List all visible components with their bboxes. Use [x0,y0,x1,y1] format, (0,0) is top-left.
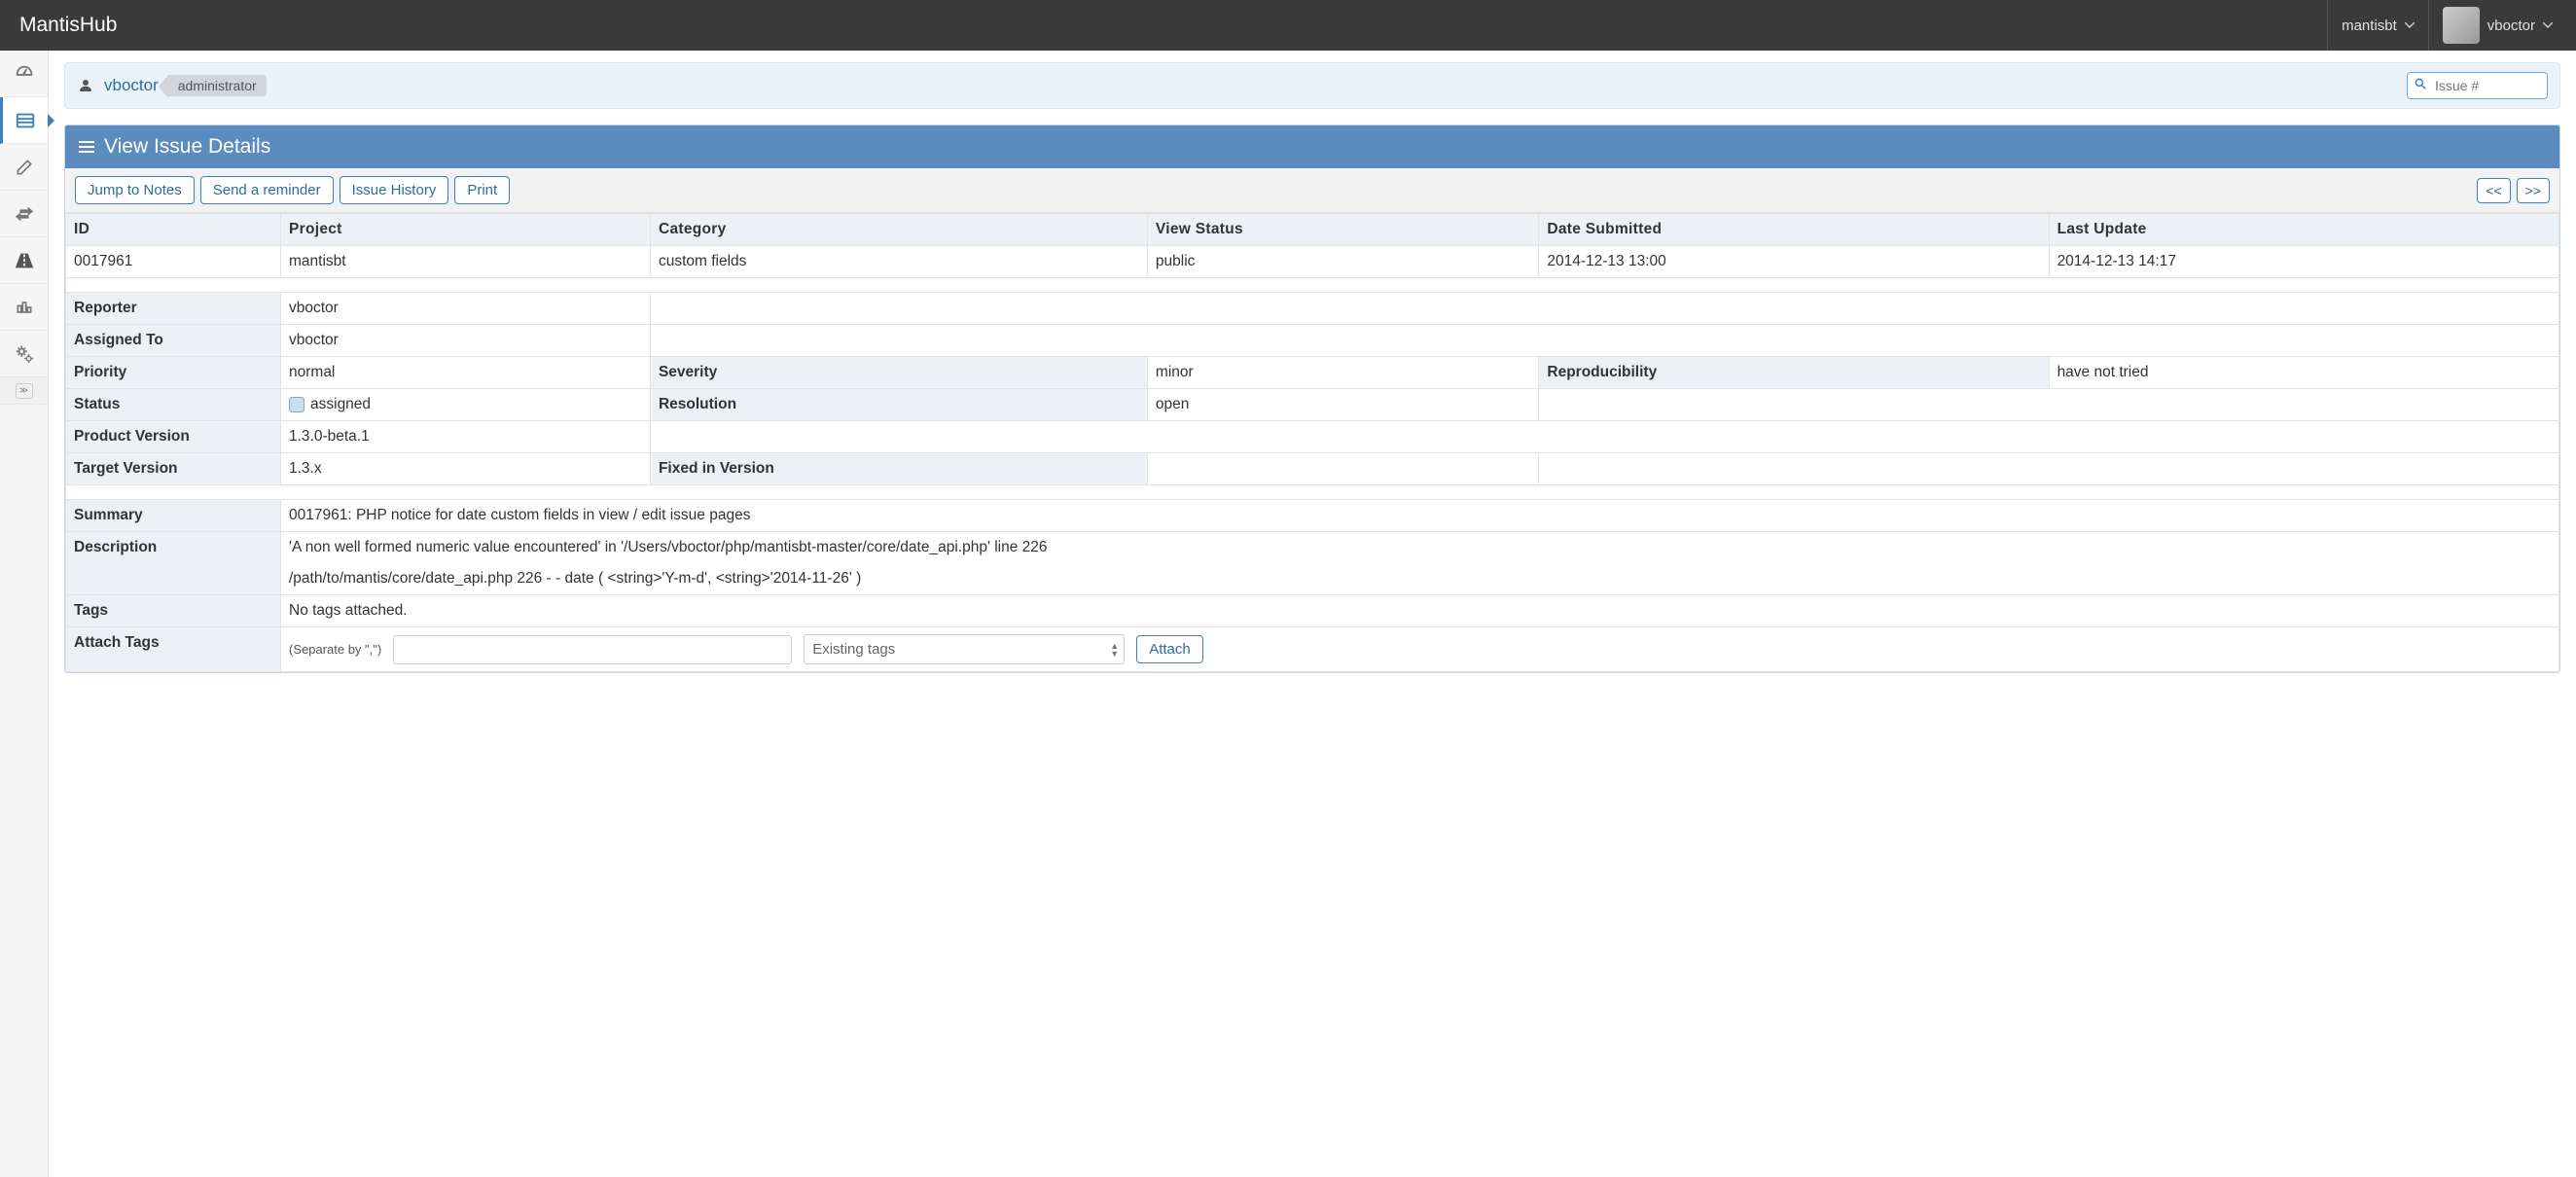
dashboard-icon [14,63,35,85]
issue-history-button[interactable]: Issue History [340,176,449,204]
label-status: Status [66,389,281,421]
breadcrumb-left: vboctor administrator [77,75,267,96]
sidebar-item-view-issues[interactable] [0,97,48,144]
breadcrumb-user-link[interactable]: vboctor [104,76,159,95]
main-content: vboctor administrator View Issue Details… [49,51,2576,685]
navbar: MantisHub mantisbt vboctor [0,0,2576,51]
project-selector[interactable]: mantisbt [2327,0,2428,51]
sidebar-item-report-issue[interactable] [0,144,48,191]
panel-toolbar: Jump to Notes Send a reminder Issue Hist… [65,168,2559,213]
toolbar-right: << >> [2477,178,2550,203]
issue-header-table: ID Project Category View Status Date Sub… [65,213,2559,672]
search-icon [2414,77,2427,90]
value-assigned-to: vboctor [281,325,651,357]
label-summary: Summary [66,500,281,532]
sidebar-item-manage[interactable] [0,331,48,377]
issue-panel: View Issue Details Jump to Notes Send a … [64,125,2560,673]
value-reporter: vboctor [281,293,651,325]
label-target-version: Target Version [66,453,281,485]
nav-right: mantisbt vboctor [2327,0,2566,51]
attach-tags-input[interactable] [393,635,792,664]
col-project: Project [281,214,651,246]
avatar [2443,7,2480,44]
panel-header: View Issue Details [65,125,2559,168]
attach-tags-hint: (Separate by ",") [289,642,381,657]
col-id: ID [66,214,281,246]
value-severity: minor [1147,357,1538,389]
status-color-box [289,397,304,412]
existing-tags-select[interactable]: Existing tags [804,634,1125,664]
brand-logo[interactable]: MantisHub [19,14,117,37]
list-icon [15,110,36,131]
col-last-update: Last Update [2049,214,2558,246]
sidebar-item-summary[interactable] [0,284,48,331]
value-date-submitted: 2014-12-13 13:00 [1539,246,2049,278]
value-resolution: open [1147,389,1538,421]
panel-title: View Issue Details [104,135,270,159]
value-tags: No tags attached. [281,595,2559,627]
chevron-right-icon: ≫ [16,383,33,399]
label-reporter: Reporter [66,293,281,325]
user-menu[interactable]: vboctor [2428,0,2566,51]
col-view-status: View Status [1147,214,1538,246]
send-reminder-button[interactable]: Send a reminder [200,176,334,204]
toolbar-left: Jump to Notes Send a reminder Issue Hist… [75,176,510,204]
chevron-down-icon [2405,22,2415,28]
label-resolution: Resolution [650,389,1147,421]
sidebar: ≫ [0,51,49,1177]
sidebar-item-changelog[interactable] [0,191,48,237]
sidebar-item-dashboard[interactable] [0,51,48,97]
attach-button[interactable]: Attach [1136,635,1203,663]
label-product-version: Product Version [66,421,281,453]
value-summary: 0017961: PHP notice for date custom fiel… [281,500,2559,532]
label-description: Description [66,532,281,595]
prev-issue-button[interactable]: << [2477,178,2510,203]
label-reproducibility: Reproducibility [1539,357,2049,389]
label-severity: Severity [650,357,1147,389]
edit-icon [15,158,34,177]
label-priority: Priority [66,357,281,389]
user-menu-label: vboctor [2487,18,2535,34]
retweet-icon [14,204,35,224]
label-assigned-to: Assigned To [66,325,281,357]
value-target-version: 1.3.x [281,453,651,485]
sidebar-toggle[interactable]: ≫ [0,377,48,405]
value-priority: normal [281,357,651,389]
value-status: assigned [281,389,651,421]
print-button[interactable]: Print [454,176,510,204]
value-fixed-in-version [1147,453,1538,485]
value-category: custom fields [650,246,1147,278]
jump-to-notes-button[interactable]: Jump to Notes [75,176,195,204]
next-issue-button[interactable]: >> [2517,178,2550,203]
value-view-status: public [1147,246,1538,278]
attach-tags-cell: (Separate by ",") Existing tags ▲▼ Attac… [281,627,2559,672]
bar-chart-icon [15,298,34,317]
road-icon [14,251,35,270]
menu-icon[interactable] [79,138,94,156]
project-selector-label: mantisbt [2342,18,2397,34]
sidebar-item-roadmap[interactable] [0,237,48,284]
issue-search-input[interactable] [2407,72,2548,99]
chevron-down-icon [2543,22,2553,28]
label-fixed-in-version: Fixed in Version [650,453,1147,485]
issue-search [2407,72,2548,99]
col-category: Category [650,214,1147,246]
value-last-update: 2014-12-13 14:17 [2049,246,2558,278]
value-description: 'A non well formed numeric value encount… [281,532,2559,595]
issue-header-row: 0017961 mantisbt custom fields public 20… [66,246,2559,278]
value-project: mantisbt [281,246,651,278]
label-tags: Tags [66,595,281,627]
value-reproducibility: have not tried [2049,357,2558,389]
breadcrumb: vboctor administrator [64,62,2560,109]
col-date-submitted: Date Submitted [1539,214,2049,246]
breadcrumb-role-badge: administrator [168,75,267,96]
user-icon [77,77,94,94]
value-id: 0017961 [66,246,281,278]
gears-icon [14,343,35,365]
label-attach-tags: Attach Tags [66,627,281,672]
value-product-version: 1.3.0-beta.1 [281,421,651,453]
